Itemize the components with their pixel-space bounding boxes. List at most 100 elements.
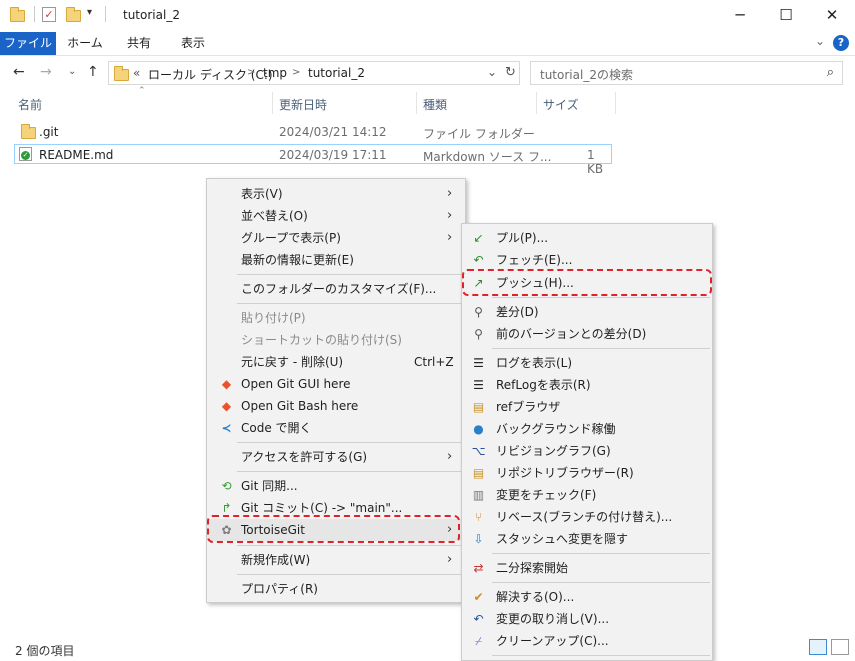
menu-item-log[interactable]: ☰ ログを表示(L) — [462, 352, 712, 374]
menu-item-diff[interactable]: ⚲ 差分(D) — [462, 301, 712, 323]
menu-separator — [492, 348, 710, 349]
back-arrow-icon[interactable]: ← — [13, 64, 25, 80]
pull-icon: ↙ — [473, 231, 484, 245]
menu-item-fetch[interactable]: ↶ フェッチ(E)... — [462, 249, 712, 271]
column-size[interactable]: サイズ — [543, 96, 579, 113]
column-name[interactable]: 名前 — [18, 96, 42, 113]
menu-item-refbrowser[interactable]: ▤ refブラウザ — [462, 396, 712, 418]
column-divider[interactable] — [615, 92, 616, 114]
breadcrumb-tmp[interactable]: tmp — [263, 66, 287, 80]
divider — [34, 6, 35, 22]
breadcrumb-tutorial[interactable]: tutorial_2 — [308, 66, 365, 80]
rebase-icon: ⑂ — [474, 510, 483, 524]
column-divider[interactable] — [416, 92, 417, 114]
address-bar[interactable]: « ローカル ディスク (C:) > tmp > tutorial_2 ⌄ ↻ — [108, 61, 520, 85]
menu-item-reflog[interactable]: ☰ RefLogを表示(R) — [462, 374, 712, 396]
up-arrow-icon[interactable]: ↑ — [87, 64, 99, 80]
menu-item-revert[interactable]: ↶ 変更の取り消し(V)... — [462, 608, 712, 630]
menu-separator — [492, 297, 710, 298]
menu-item-git-gui[interactable]: ◆ Open Git GUI here — [207, 373, 465, 395]
minimize-button[interactable]: ─ — [717, 0, 763, 30]
column-divider[interactable] — [536, 92, 537, 114]
git-diamond-icon: ◆ — [221, 399, 232, 413]
menu-item-undo[interactable]: 元に戻す - 削除(U) Ctrl+Z — [207, 351, 465, 373]
new-folder-icon[interactable] — [66, 7, 81, 22]
column-divider[interactable] — [272, 92, 273, 114]
menu-item-stash[interactable]: ⇩ スタッシュへ変更を隠す — [462, 528, 712, 550]
sort-chevron-icon: ⌃ — [138, 86, 146, 96]
properties-icon[interactable]: ✓ — [42, 7, 56, 22]
menu-item-revgraph[interactable]: ⌥ リビジョングラフ(G) — [462, 440, 712, 462]
resolve-icon: ✔ — [473, 590, 484, 604]
file-date: 2024/03/21 14:12 — [279, 125, 387, 139]
menu-item-new[interactable]: 新規作成(W) › — [207, 549, 465, 571]
menu-separator — [237, 442, 463, 443]
file-row[interactable]: .git 2024/03/21 14:12 ファイル フォルダー — [14, 122, 612, 142]
search-box[interactable]: tutorial_2の検索 ⌕ — [530, 61, 843, 85]
forward-arrow-icon[interactable]: → — [40, 64, 52, 80]
menu-item-group[interactable]: グループで表示(P) › — [207, 227, 465, 249]
menu-item-git-sync[interactable]: ⟲ Git 同期... — [207, 475, 465, 497]
repo-browser-icon: ▤ — [472, 466, 485, 480]
highlight-tortoisegit — [207, 515, 460, 543]
menu-item-properties[interactable]: プロパティ(R) — [207, 578, 465, 600]
menu-item-background[interactable]: ● バックグラウンド稼働 — [462, 418, 712, 440]
menu-item-resolve[interactable]: ✔ 解決する(O)... — [462, 586, 712, 608]
menu-item-rebase[interactable]: ⑂ リベース(ブランチの付け替え)... — [462, 506, 712, 528]
details-view-icon[interactable] — [809, 639, 827, 655]
broom-icon: ⌿ — [474, 634, 483, 648]
breadcrumb-separator[interactable]: > — [247, 67, 255, 78]
tab-home[interactable]: ホーム — [60, 32, 110, 55]
recent-chevron-icon[interactable]: ⌄ — [68, 66, 76, 77]
file-type: Markdown ソース フ... — [423, 150, 552, 164]
search-input[interactable]: tutorial_2の検索 — [540, 66, 633, 83]
file-icon: ✓ — [19, 147, 32, 161]
menu-item-pull[interactable]: ↙ プル(P)... — [462, 227, 712, 249]
expand-ribbon-icon[interactable]: ⌄ — [815, 34, 825, 48]
close-button[interactable]: ✕ — [809, 0, 855, 30]
ribbon: ファイル ホーム 共有 表示 ⌄ ? — [0, 32, 855, 56]
menu-item-refresh[interactable]: 最新の情報に更新(E) — [207, 249, 465, 271]
menu-item-git-bash[interactable]: ◆ Open Git Bash here — [207, 395, 465, 417]
menu-item-sort[interactable]: 並べ替え(O) › — [207, 205, 465, 227]
undo-shortcut: Ctrl+Z — [414, 355, 454, 369]
menu-item-checkmod[interactable]: ▥ 変更をチェック(F) — [462, 484, 712, 506]
sync-icon: ⟲ — [221, 479, 232, 493]
column-type[interactable]: 種類 — [423, 96, 447, 113]
revert-icon: ↶ — [473, 612, 484, 626]
menu-item-paste-shortcut: ショートカットの貼り付け(S) — [241, 333, 402, 347]
tab-file[interactable]: ファイル — [0, 32, 56, 55]
file-size: 1 KB — [587, 148, 604, 176]
menu-separator — [492, 582, 710, 583]
breadcrumb-separator[interactable]: > — [292, 67, 300, 78]
menu-separator — [492, 553, 710, 554]
search-icon[interactable]: ⌕ — [827, 65, 834, 80]
breadcrumb-overflow[interactable]: « — [133, 66, 140, 80]
file-row[interactable]: ✓ README.md 2024/03/19 17:11 Markdown ソー… — [14, 144, 612, 176]
file-type: ファイル フォルダー — [423, 127, 535, 141]
menu-item-cleanup[interactable]: ⌿ クリーンアップ(C)... — [462, 630, 712, 652]
menu-item-diff-prev[interactable]: ⚲ 前のバージョンとの差分(D) — [462, 323, 712, 345]
check-modifications-icon: ▥ — [472, 488, 485, 502]
menu-item-repobrowser[interactable]: ▤ リポジトリブラウザー(R) — [462, 462, 712, 484]
fetch-icon: ↶ — [473, 253, 484, 267]
column-date[interactable]: 更新日時 — [279, 96, 327, 113]
tab-view[interactable]: 表示 — [170, 32, 216, 55]
vscode-icon: ≺ — [221, 421, 232, 435]
help-icon[interactable]: ? — [833, 35, 849, 51]
git-diamond-icon: ◆ — [221, 377, 232, 391]
menu-separator — [237, 303, 463, 304]
maximize-button[interactable]: ☐ — [763, 0, 809, 30]
menu-item-vscode[interactable]: ≺ Code で開く — [207, 417, 465, 439]
refresh-icon[interactable]: ↻ — [505, 65, 516, 80]
tab-share[interactable]: 共有 — [116, 32, 162, 55]
chevron-down-icon[interactable]: ▾ — [87, 7, 92, 18]
menu-item-bisect[interactable]: ⇄ 二分探索開始 — [462, 557, 712, 579]
revision-graph-icon: ⌥ — [471, 444, 486, 458]
chevron-down-icon[interactable]: ⌄ — [487, 65, 497, 79]
menu-item-customize[interactable]: このフォルダーのカスタマイズ(F)... — [207, 278, 465, 300]
menu-separator — [237, 545, 463, 546]
menu-item-view[interactable]: 表示(V) › — [207, 183, 465, 205]
large-icons-view-icon[interactable] — [831, 639, 849, 655]
menu-item-grant-access[interactable]: アクセスを許可する(G) › — [207, 446, 465, 468]
